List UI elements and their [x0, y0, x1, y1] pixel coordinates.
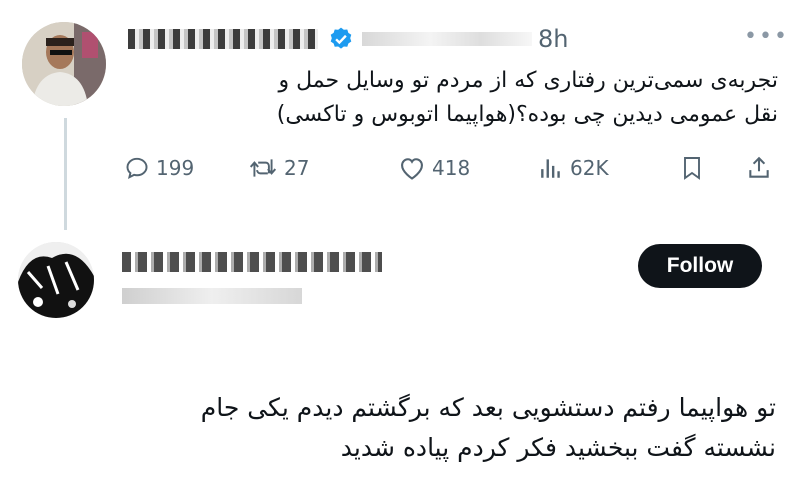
- like-icon: [401, 158, 423, 180]
- retweet-icon: [249, 159, 277, 177]
- reply-icon: [126, 157, 148, 180]
- reply-count: 199: [156, 156, 195, 180]
- tweet-text: تجربه‌ی سمی‌ترین رفتاری که از مردم تو وس…: [128, 64, 778, 132]
- reply-button[interactable]: 199: [124, 155, 194, 181]
- reply-text: تو هواپیما رفتم دستشویی بعد که برگشتم دی…: [36, 388, 776, 468]
- views-icon: [541, 159, 560, 178]
- views-count: 62K: [570, 156, 609, 180]
- bookmark-icon: [684, 157, 700, 180]
- follow-button[interactable]: Follow: [638, 244, 762, 288]
- tweet-actions: 199 27 418 62K: [124, 155, 774, 191]
- reply-text-line: نشسته گفت ببخشید فکر کردم پیاده شدید: [340, 433, 776, 462]
- tweet-text-line: نقل عمومی دیدین چی بوده؟(هواپیما اتوبوس …: [276, 102, 778, 127]
- author-avatar[interactable]: [22, 22, 106, 106]
- reply-avatar[interactable]: [18, 242, 94, 318]
- retweet-button[interactable]: 27: [248, 155, 309, 181]
- verified-badge-icon: [330, 27, 352, 49]
- share-icon: [749, 156, 769, 178]
- thread-line: [64, 118, 67, 230]
- author-name-redacted[interactable]: [128, 29, 318, 49]
- like-count: 418: [432, 156, 471, 180]
- views-button[interactable]: 62K: [538, 155, 609, 181]
- tweet-text-line: تجربه‌ی سمی‌ترین رفتاری که از مردم تو وس…: [278, 68, 778, 93]
- retweet-count: 27: [284, 156, 310, 180]
- reply-author-handle-redacted[interactable]: [122, 288, 302, 304]
- author-handle-redacted[interactable]: [362, 32, 532, 46]
- more-options-icon[interactable]: •••: [744, 24, 789, 49]
- reply-text-line: تو هواپیما رفتم دستشویی بعد که برگشتم دی…: [200, 393, 776, 422]
- reply-author-name-redacted[interactable]: [122, 252, 382, 272]
- reply-header: [122, 252, 382, 304]
- tweet-time[interactable]: 8h: [538, 25, 568, 53]
- tweet-header: 8h: [128, 22, 568, 56]
- like-button[interactable]: 418: [398, 155, 470, 181]
- bookmark-button[interactable]: [680, 155, 710, 181]
- share-button[interactable]: [746, 155, 778, 181]
